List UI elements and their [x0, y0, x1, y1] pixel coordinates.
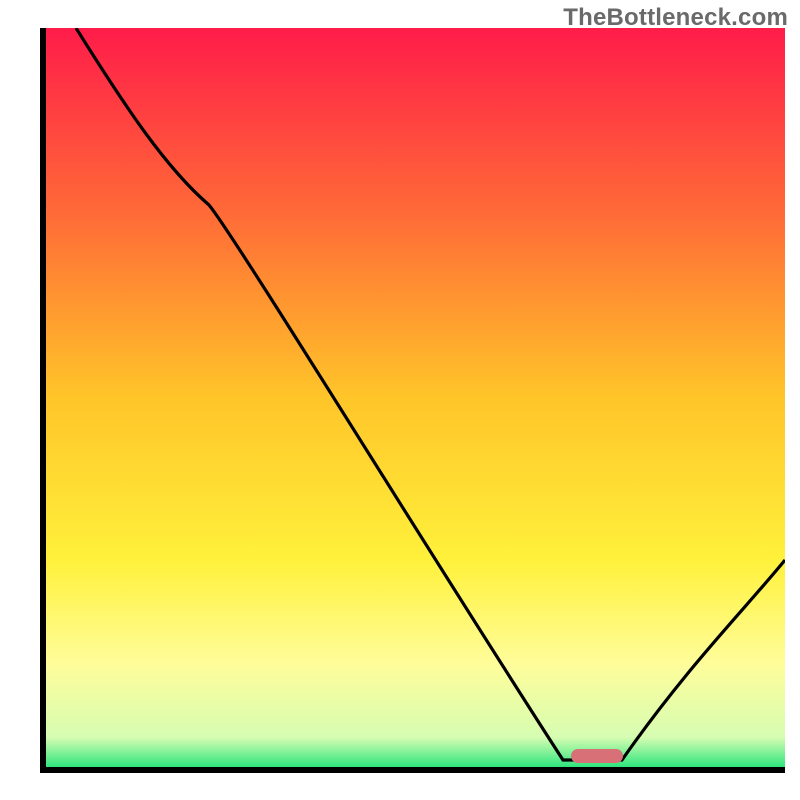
- optimal-range-marker: [571, 749, 623, 763]
- bottleneck-curve: [46, 28, 785, 767]
- chart-container: TheBottleneck.com: [0, 0, 800, 800]
- plot-area: [40, 28, 785, 773]
